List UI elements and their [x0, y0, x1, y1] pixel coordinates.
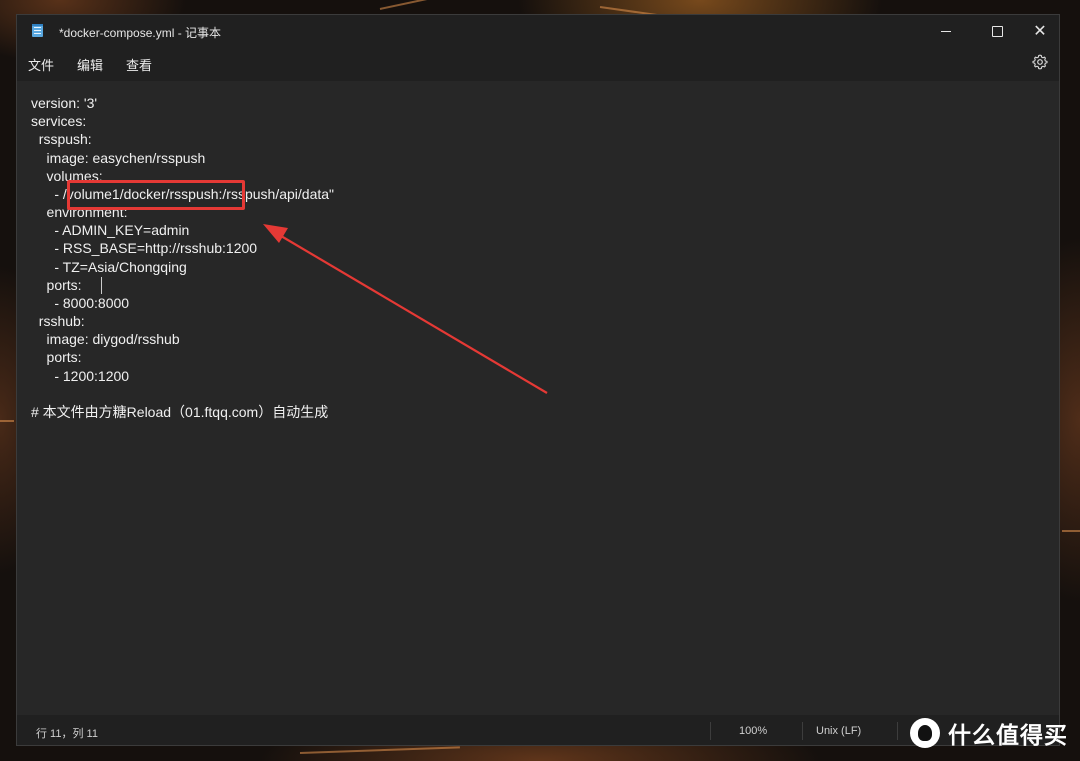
code-line: - TZ=Asia/Chongqing	[31, 259, 187, 275]
watermark-logo	[910, 718, 940, 748]
menu-view[interactable]: 查看	[126, 55, 152, 74]
text-editor[interactable]: version: '3' services: rsspush: image: e…	[17, 81, 1059, 715]
status-bar: 行 11，列 11 100% Unix (LF)	[17, 715, 1059, 745]
title-bar[interactable]: *docker-compose.yml - 记事本 ✕	[17, 15, 1059, 47]
code-line: image: diygod/rsshub	[31, 331, 180, 347]
menu-file[interactable]: 文件	[28, 55, 54, 74]
cursor-position: 行 11，列 11	[36, 728, 98, 740]
code-line: - ADMIN_KEY=admin	[31, 222, 190, 238]
status-divider	[802, 722, 803, 740]
minimize-icon	[941, 30, 951, 32]
window-title: *docker-compose.yml - 记事本	[59, 26, 222, 40]
text-caret	[101, 277, 102, 294]
minimize-button[interactable]	[923, 15, 969, 47]
line-ending[interactable]: Unix (LF)	[816, 725, 861, 737]
status-divider	[710, 722, 711, 740]
code-line: ports:	[31, 349, 82, 365]
code-line: # 本文件由方糖Reload（01.ftqq.com）自动生成	[31, 404, 329, 420]
wallpaper-streak	[299, 746, 460, 754]
wallpaper-streak	[379, 0, 469, 10]
code-line: services:	[31, 113, 87, 129]
status-divider	[897, 722, 898, 740]
code-line: version: '3'	[31, 95, 98, 111]
notepad-window: *docker-compose.yml - 记事本 ✕ 文件 编辑 查看 ver…	[16, 14, 1060, 746]
code-line: rsshub:	[31, 313, 85, 329]
menu-edit[interactable]: 编辑	[77, 55, 103, 74]
gear-icon[interactable]	[1032, 54, 1048, 70]
code-line: - 1200:1200	[31, 368, 130, 384]
menu-bar: 文件 编辑 查看	[17, 47, 1059, 81]
maximize-button[interactable]	[974, 15, 1020, 47]
code-line: - 8000:8000	[31, 295, 130, 311]
close-icon: ✕	[1033, 21, 1047, 40]
notepad-icon	[32, 24, 43, 37]
close-button[interactable]: ✕	[1017, 15, 1059, 47]
watermark-text: 什么值得买	[948, 723, 1068, 749]
wallpaper-streak	[0, 420, 14, 422]
watermark: 什么值得买	[910, 716, 1068, 750]
zoom-level[interactable]: 100%	[739, 725, 767, 737]
code-line: image: easychen/rsspush	[31, 150, 206, 166]
maximize-icon	[991, 25, 1003, 37]
annotation-highlight-box	[67, 180, 245, 210]
wallpaper-streak	[1062, 530, 1080, 532]
code-line: ports:	[31, 277, 82, 293]
code-line: - RSS_BASE=http://rsshub:1200	[31, 240, 258, 256]
code-line: rsspush:	[31, 131, 92, 147]
